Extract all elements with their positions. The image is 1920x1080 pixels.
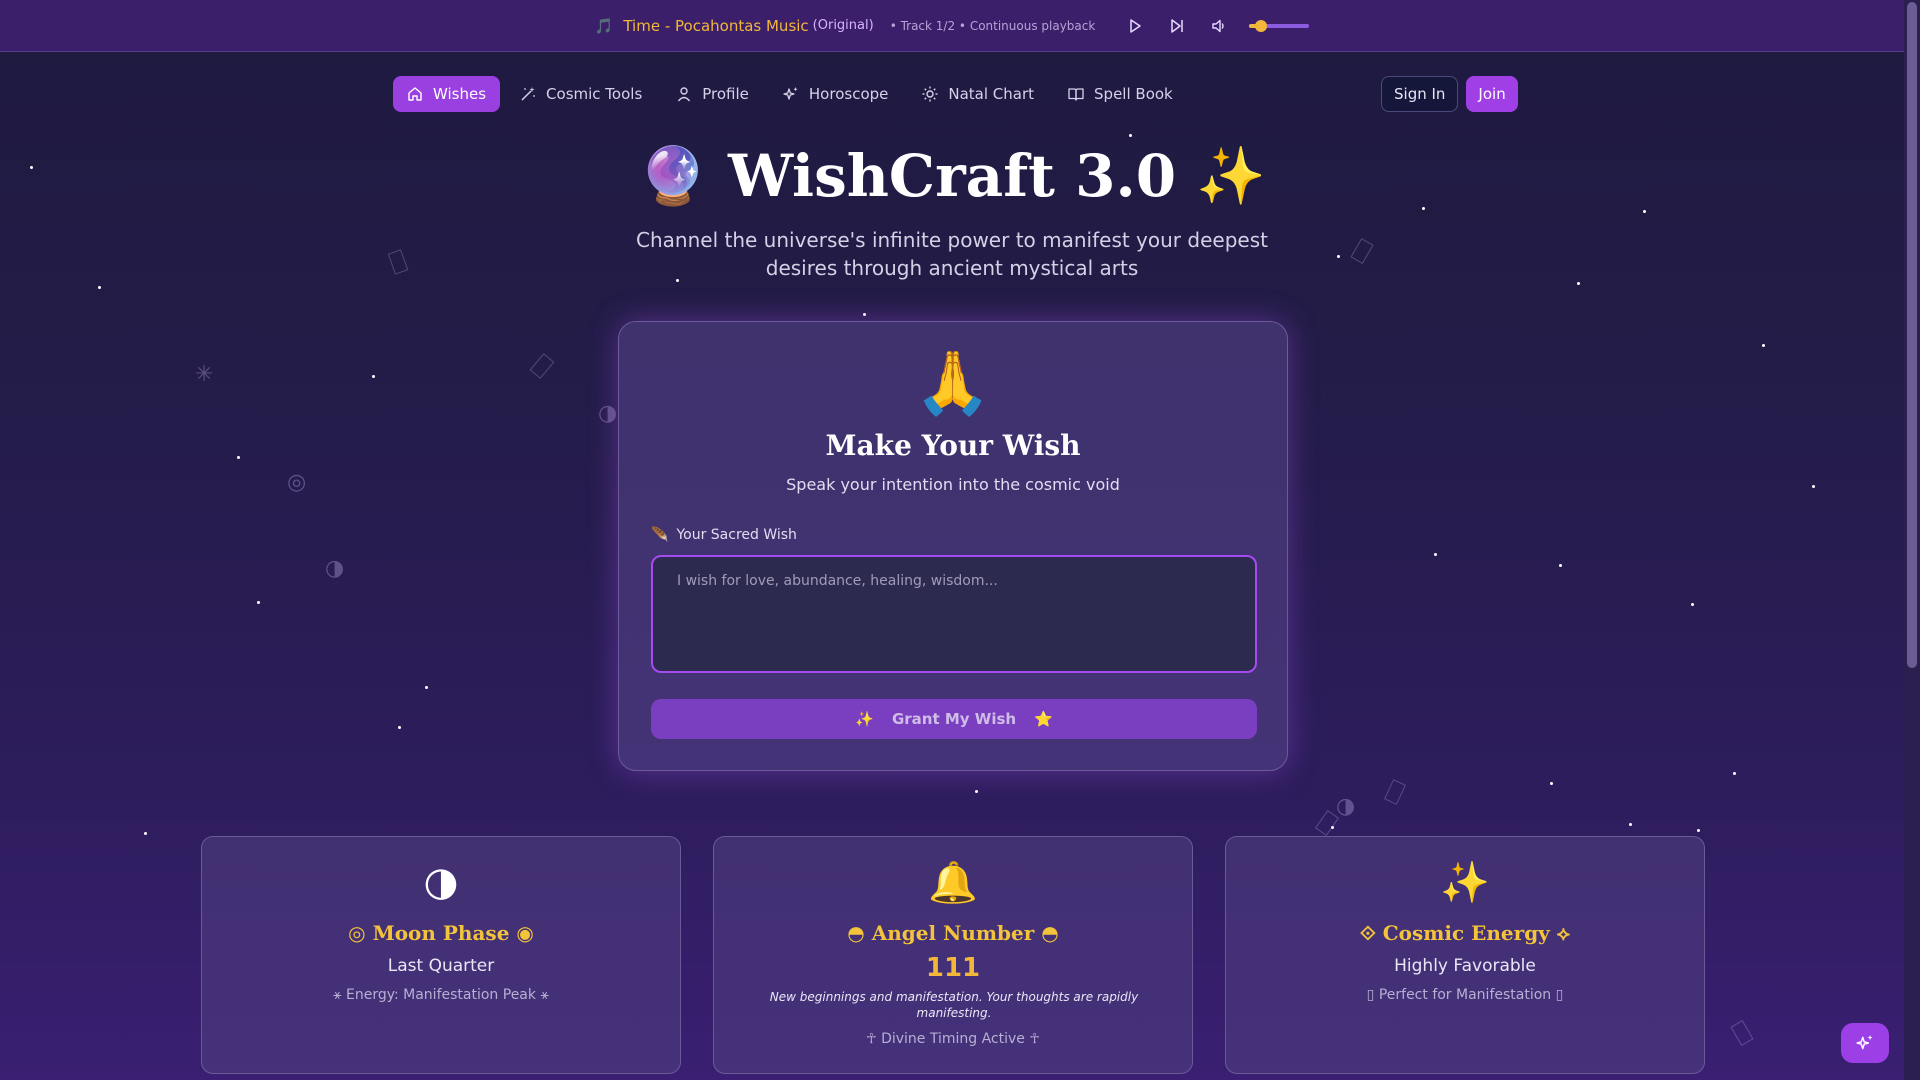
cosmic-energy-value: Highly Favorable [1394,956,1536,976]
main-nav: Wishes Cosmic Tools Profile Horoscope Na… [393,76,1187,112]
sparkles-icon: ✨ [1196,144,1266,209]
sparkles-icon [783,87,798,100]
angel-number-value: 111 [925,953,981,983]
sparkle-deco: ✳ [195,362,214,387]
play-icon [1130,18,1142,33]
nav-item-spell-book[interactable]: Spell Book [1054,76,1187,112]
music-note-icon: 🎵 [594,16,614,35]
half-moon-icon: ◑ [423,859,459,905]
play-button[interactable] [1119,10,1151,42]
wish-input[interactable] [651,555,1257,673]
wish-field-label: 🪶 Your Sacred Wish [651,527,797,543]
track-meta: • Track 1/2 • Continuous playback [889,18,1096,33]
speaker-icon [1212,19,1225,32]
nav-label: Profile [702,85,749,103]
cosmic-energy-card: ✨ ⟐ Cosmic Energy ⟡ Highly Favorable ▯ P… [1225,836,1705,1074]
card-deco [1384,779,1406,805]
sign-in-button[interactable]: Sign In [1381,76,1459,112]
moon-deco: ◑ [325,556,345,581]
page-subtitle: Channel the universe's infinite power to… [636,228,1268,280]
moon-phase-value: Last Quarter [387,956,495,976]
nav-label: Spell Book [1094,85,1173,103]
moon-phase-energy: ⚹ Energy: Manifestation Peak ⚹ [333,987,549,1003]
moon-phase-card: ◑ ◎ Moon Phase ◉ Last Quarter ⚹ Energy: … [201,836,681,1074]
wish-field-label-text: Your Sacred Wish [676,527,797,543]
card-deco [529,353,555,379]
wish-card: 🙏 Make Your Wish Speak your intention in… [618,321,1288,771]
nav-item-cosmic-tools[interactable]: Cosmic Tools [506,76,656,112]
cosmic-energy-title: ⟐ Cosmic Energy ⟡ [1360,921,1570,945]
page-title: 🔮 WishCraft 3.0 ✨ [0,142,1904,210]
music-player-bar: 🎵 Time - Pocahontas Music (Original) • T… [0,0,1904,52]
home-icon [408,87,422,101]
volume-slider[interactable] [1249,19,1310,32]
sparkles-icon: ✨ [1440,860,1490,906]
card-deco [387,249,409,275]
nav-item-profile[interactable]: Profile [662,76,763,112]
wish-card-subtitle: Speak your intention into the cosmic voi… [786,475,1120,494]
angel-number-footer: ☥ Divine Timing Active ☥ [866,1031,1040,1047]
angel-number-title: ◓ Angel Number ◓ [847,921,1059,945]
track-title: Time - Pocahontas Music [623,16,809,35]
book-icon [1068,88,1084,101]
cosmic-energy-footer: ▯ Perfect for Manifestation ▯ [1366,987,1564,1003]
nav-label: Natal Chart [948,85,1035,103]
volume-knob[interactable] [1255,19,1268,32]
moon-phase-title: ◎ Moon Phase ◉ [348,921,534,945]
auth-buttons: Sign In Join [1381,76,1518,112]
page-title-text: WishCraft 3.0 [727,142,1177,210]
star-icon: ⭐ [1034,710,1053,728]
grant-wish-label: Grant My Wish [891,710,1017,728]
sparkles-icon: ✨ [855,710,874,728]
crystal-ball-icon: 🔮 [638,144,708,209]
magic-assistant-button[interactable] [1841,1023,1889,1063]
feather-icon: 🪶 [651,527,669,543]
user-icon [678,87,691,102]
grant-wish-button[interactable]: ✨ Grant My Wish ⭐ [651,699,1257,739]
join-button[interactable]: Join [1466,76,1518,112]
moon-deco: ◑ [598,401,618,426]
nav-label: Wishes [433,85,487,103]
moon-deco: ◑ [1336,794,1356,819]
nav-item-horoscope[interactable]: Horoscope [769,76,902,112]
angel-number-card: 🔔 ◓ Angel Number ◓ 111 New beginnings an… [713,836,1193,1074]
nav-label: Cosmic Tools [546,85,643,103]
bell-icon: 🔔 [928,860,978,906]
angel-number-description: New beginnings and manifestation. Your t… [769,990,1139,1020]
track-subtitle: (Original) [812,18,874,33]
card-deco [1350,237,1374,265]
praying-hands-icon: 🙏 [914,346,992,419]
target-deco: ◎ [287,470,307,495]
wand-icon [521,87,535,101]
next-track-button[interactable] [1161,10,1193,42]
wish-card-title: Make Your Wish [825,429,1081,462]
nav-item-natal-chart[interactable]: Natal Chart [908,76,1048,112]
nav-label: Horoscope [808,85,889,103]
sparkles-icon [1856,1035,1873,1050]
skip-forward-icon [1171,18,1184,33]
page-scrollbar[interactable] [1904,0,1920,1080]
volume-button[interactable] [1203,10,1235,42]
nav-item-wishes[interactable]: Wishes [393,76,501,112]
sun-icon [922,86,938,102]
card-deco [1730,1019,1754,1047]
scrollbar-thumb[interactable] [1907,2,1917,668]
